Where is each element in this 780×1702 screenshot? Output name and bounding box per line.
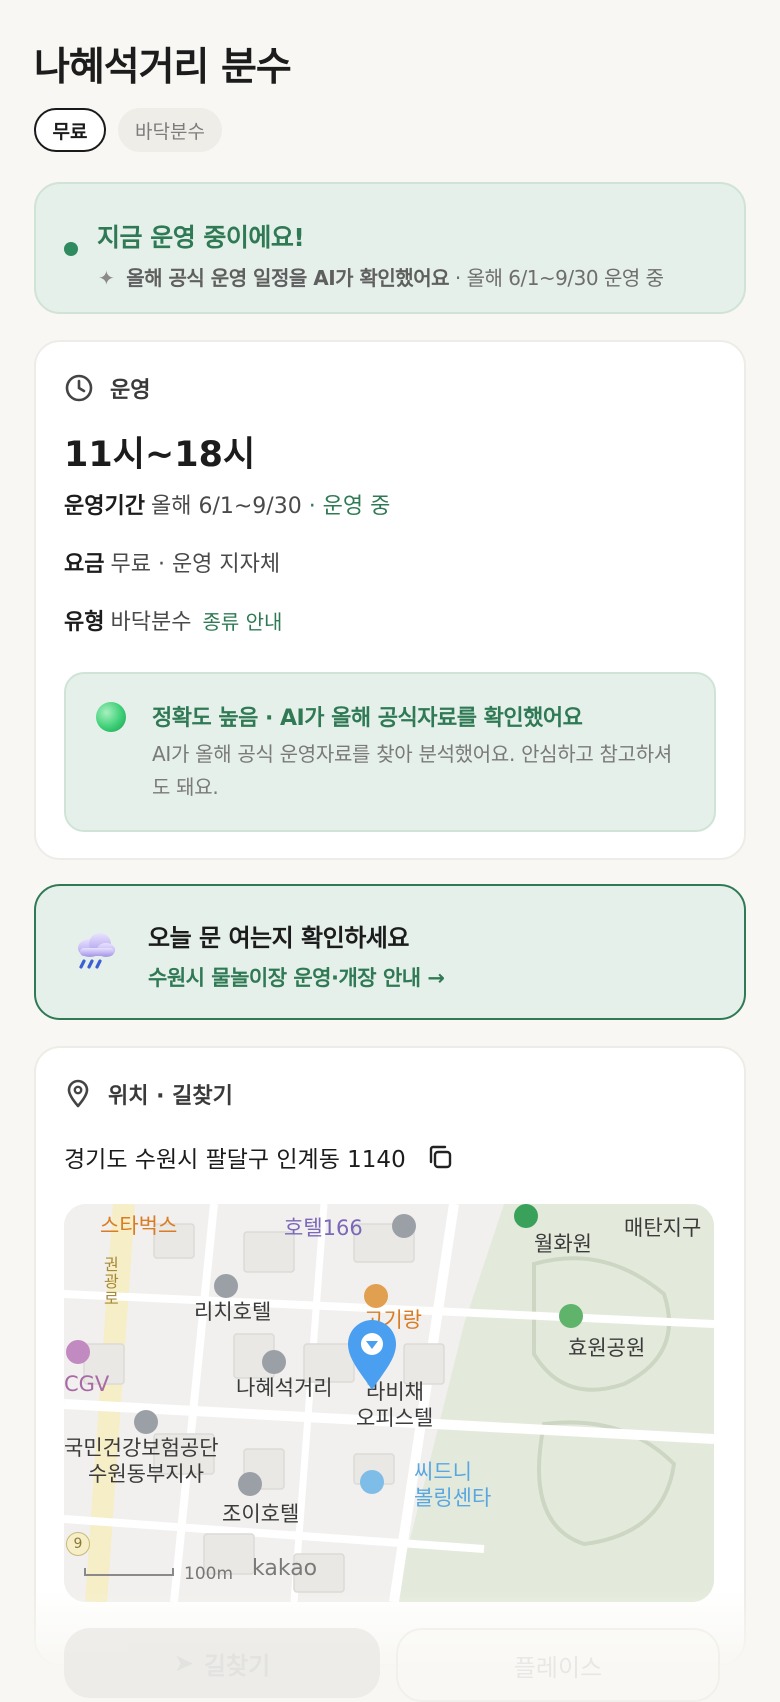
status-banner: 지금 운영 중이에요! ✦ 올해 공식 운영 일정을 AI가 확인했어요 · 올해…: [34, 182, 746, 314]
building-poi-icon[interactable]: [134, 1410, 158, 1434]
address-row: 경기도 수원시 팔달구 인계동 1140: [64, 1140, 454, 1174]
map-route-badge: 9: [66, 1532, 90, 1556]
chip-free[interactable]: 무료: [34, 108, 106, 152]
navigate-icon: ➤: [173, 1649, 194, 1677]
directions-label: 길찾기: [203, 1651, 271, 1680]
map-label-starbucks: 스타벅스: [100, 1214, 178, 1238]
map-label-naheseok: 나혜석거리: [236, 1376, 333, 1400]
park-poi-icon[interactable]: [514, 1204, 538, 1228]
map-label-hyowon: 효원공원: [568, 1336, 646, 1360]
location-label: 위치 · 길찾기: [108, 1084, 233, 1109]
copy-icon[interactable]: [426, 1143, 454, 1171]
kakao-logo: kakao: [252, 1556, 318, 1581]
page-title: 나혜석거리 분수: [34, 45, 292, 90]
park-poi-icon-2[interactable]: [559, 1304, 583, 1328]
cinema-poi-icon[interactable]: [66, 1340, 90, 1364]
location-card: 위치 · 길찾기 경기도 수원시 팔달구 인계동 1140 스타벅스 호텔166…: [34, 1046, 746, 1666]
status-sub-rest: · 올해 6/1~9/30 운영 중: [454, 266, 664, 290]
place-label: 플레이스: [513, 1653, 603, 1682]
location-pin-icon: [67, 1079, 89, 1108]
status-title: 지금 운영 중이에요!: [97, 223, 305, 252]
status-subtitle: ✦ 올해 공식 운영 일정을 AI가 확인했어요 · 올해 6/1~9/30 운영…: [98, 262, 664, 291]
accuracy-box: 정확도 높음 · AI가 올해 공식자료를 확인했어요 AI가 올해 공식 운영…: [64, 672, 716, 832]
operation-card: 운영 11시~18시 운영기간 올해 6/1~9/30 · 운영 중 요금 무료 ·…: [34, 340, 746, 860]
map-label-bowling: 볼링센타: [414, 1486, 492, 1510]
accuracy-description: AI가 올해 공식 운영자료를 찾아 분석했어요. 안심하고 참고하셔도 돼요.: [152, 742, 672, 799]
place-button[interactable]: 플레이스: [396, 1628, 720, 1702]
status-sub-strong: 올해 공식 운영 일정을 AI가 확인했어요: [126, 266, 449, 290]
sparkle-icon: ✦: [98, 266, 115, 290]
bowling-poi-icon[interactable]: [360, 1470, 384, 1494]
cta-title: 오늘 문 여는지 확인하세요: [148, 924, 409, 952]
map-label-wolhwawon: 월화원: [534, 1232, 592, 1256]
map-label-officetel: 오피스텔: [356, 1406, 434, 1430]
map-label-joy: 조이호텔: [222, 1502, 300, 1526]
map-label-cgv: CGV: [64, 1372, 110, 1396]
map-scale-bar: [84, 1568, 174, 1576]
restaurant-poi-icon[interactable]: [364, 1284, 388, 1308]
type-guide-link[interactable]: 종류 안내: [202, 610, 282, 634]
operation-label: 운영: [110, 378, 151, 403]
location-header: 위치 · 길찾기: [64, 1078, 233, 1110]
hotel-poi-icon[interactable]: [214, 1274, 238, 1298]
operating-hours: 11시~18시: [64, 435, 256, 475]
period-row: 운영기간 올해 6/1~9/30 · 운영 중: [64, 488, 390, 520]
address-text: 경기도 수원시 팔달구 인계동 1140: [64, 1147, 406, 1173]
type-value: 바닥분수: [110, 610, 192, 635]
map-label-maetan: 매탄지구: [624, 1216, 702, 1240]
accuracy-title: 정확도 높음 · AI가 올해 공식자료를 확인했어요: [152, 706, 583, 731]
accuracy-orb-icon: [96, 702, 126, 732]
cta-link[interactable]: 수원시 물놀이장 운영·개장 안내 →: [148, 962, 445, 992]
status-dot-icon: [64, 242, 78, 256]
period-value: 올해 6/1~9/30: [150, 494, 302, 519]
type-label: 유형: [64, 610, 105, 635]
map-label-richi: 리치호텔: [194, 1300, 272, 1324]
map-label-hotel166: 호텔166: [284, 1216, 363, 1240]
chip-floor-fountain[interactable]: 바닥분수: [118, 108, 222, 152]
map-label-road: 권광로: [104, 1255, 119, 1308]
operation-header: 운영: [64, 372, 150, 404]
fee-row: 요금 무료 · 운영 지자체: [64, 546, 280, 578]
flag-poi-icon[interactable]: [262, 1350, 286, 1374]
fee-value: 무료 · 운영 지자체: [110, 552, 281, 577]
type-row: 유형 바닥분수 종류 안내: [64, 604, 282, 636]
period-label: 운영기간: [64, 494, 145, 519]
map-label-nhis: 국민건강보험공단: [64, 1436, 219, 1460]
rain-cloud-icon: [78, 933, 115, 969]
map-pin-icon[interactable]: [344, 1316, 400, 1392]
map-view[interactable]: 스타벅스 호텔166 월화원 매탄지구 리치호텔 고기랑 효원공원 CGV 나혜…: [64, 1204, 714, 1602]
map-label-sydney: 씨드니: [414, 1460, 472, 1484]
check-open-card[interactable]: 오늘 문 여는지 확인하세요 수원시 물놀이장 운영·개장 안내 →: [34, 884, 746, 1020]
period-status: · 운영 중: [308, 494, 391, 519]
building-poi-icon-2[interactable]: [392, 1214, 416, 1238]
map-label-nhis-branch: 수원동부지사: [88, 1462, 204, 1486]
clock-icon: [65, 374, 93, 402]
hotel-poi-icon-2[interactable]: [238, 1472, 262, 1496]
map-scale-label: 100m: [184, 1564, 234, 1584]
fee-label: 요금: [64, 552, 105, 577]
